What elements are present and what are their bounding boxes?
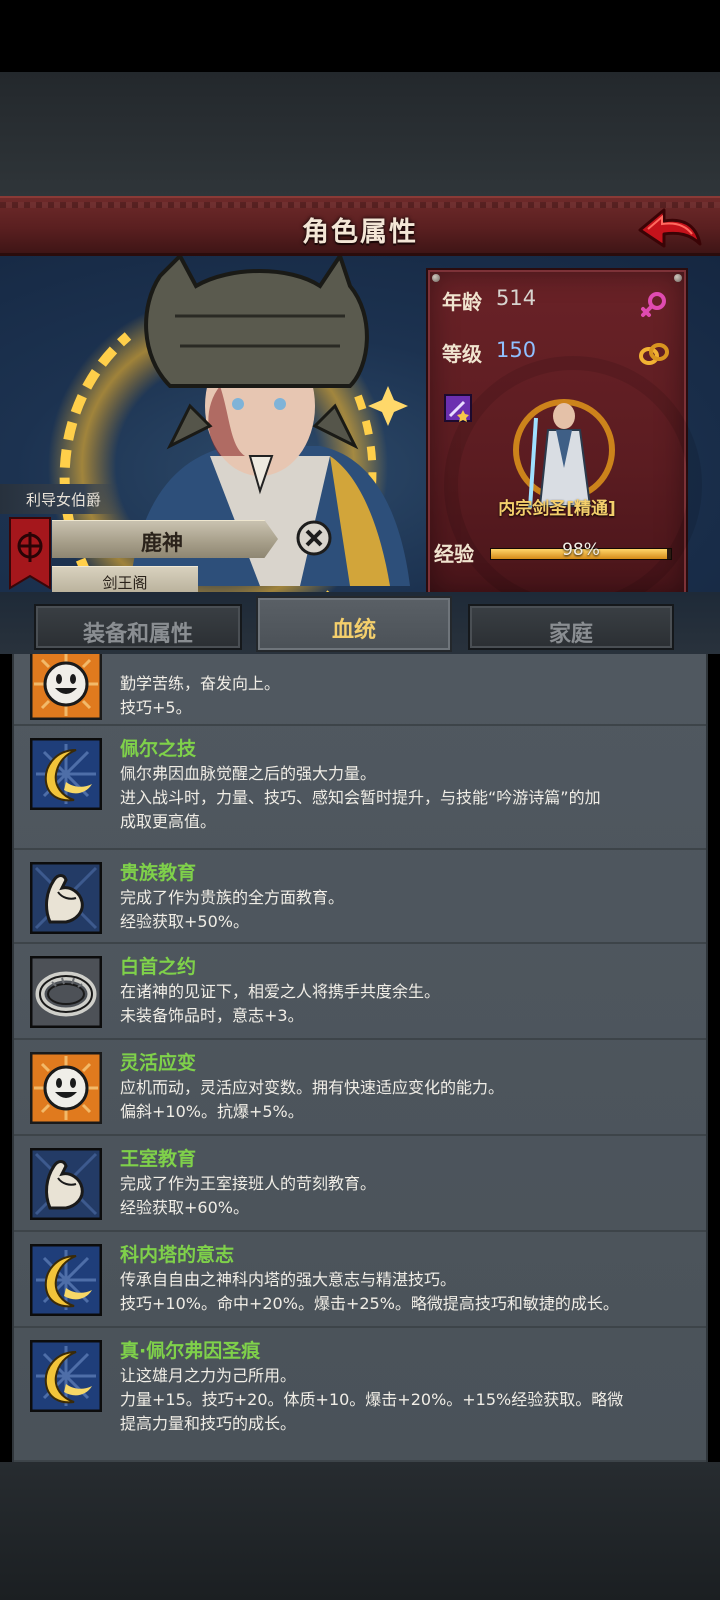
rings-icon xyxy=(639,343,669,365)
trait-description: 让这雄月之力为己所用。 xyxy=(120,1366,297,1385)
crescent-moon-icon xyxy=(30,1244,102,1316)
tab-lineage[interactable]: 血统 xyxy=(256,596,452,652)
tab-lineage-label: 血统 xyxy=(331,618,376,643)
trait-title: 灵活应变 xyxy=(120,1052,197,1074)
exp-label: 经验 xyxy=(434,542,474,566)
smiley-icon xyxy=(30,1052,102,1124)
trait-description: 传承自自由之神科内塔的强大意志与精湛技巧。 xyxy=(120,1270,457,1289)
tab-equipment-label: 装备和属性 xyxy=(82,622,193,647)
ring-icon xyxy=(30,956,102,1028)
trait-row[interactable]: 王室教育完成了作为王室接班人的苛刻教育。 经验获取+60%。 xyxy=(14,1136,706,1232)
class-name: 内宗剑圣[精通] xyxy=(498,499,616,519)
header-bar: 角色属性 xyxy=(0,196,720,256)
character-info-panel: 年龄 514 等级 150 内宗剑圣[精通] 经验 98% xyxy=(426,268,702,614)
smiley-icon xyxy=(30,654,102,720)
tab-family-label: 家庭 xyxy=(548,622,593,647)
crescent-moon-icon xyxy=(30,1340,102,1412)
trait-title: 白首之约 xyxy=(120,956,197,978)
trait-row[interactable]: 科内塔的意志传承自自由之神科内塔的强大意志与精湛技巧。技巧+10%。命中+20%… xyxy=(14,1232,706,1328)
trait-title: 真·佩尔弗因圣痕 xyxy=(120,1340,261,1362)
background-top xyxy=(0,72,720,196)
trait-row[interactable]: 勤学苦练，奋发向上。 技巧+5。 xyxy=(14,654,706,726)
noble-title: 利导女伯爵 xyxy=(26,491,102,509)
tab-equipment[interactable]: 装备和属性 xyxy=(34,604,242,650)
faction-banner-icon xyxy=(9,517,51,590)
trait-description: 勤学苦练，奋发向上。 xyxy=(120,674,281,693)
female-icon xyxy=(641,292,666,317)
close-circle-icon xyxy=(296,520,332,556)
age-label: 年龄 xyxy=(442,290,482,314)
character-name-plate[interactable]: 鹿神 xyxy=(52,520,278,558)
trait-description: 技巧+10%。命中+20%。爆击+25%。略微提高技巧和敏捷的成长。 xyxy=(120,1294,619,1313)
trait-description: 经验获取+50%。 xyxy=(120,912,249,931)
trait-row[interactable]: 佩尔之技佩尔弗因血脉觉醒之后的强大力量。进入战斗时，力量、技巧、感知会暂时提升，… xyxy=(14,726,706,850)
crescent-moon-icon xyxy=(30,738,102,810)
trait-description: 进入战斗时，力量、技巧、感知会暂时提升，与技能“吟游诗篇”的加 xyxy=(120,788,601,807)
level-value: 150 xyxy=(496,338,537,362)
tab-bar: 装备和属性 血统 家庭 xyxy=(0,592,720,654)
trait-description: 应机而动，灵活应对变数。拥有快速适应变化的能力。 xyxy=(120,1078,505,1097)
trait-description: 提高力量和技巧的成长。 xyxy=(120,1414,297,1433)
skill-badge-icon[interactable] xyxy=(444,394,472,422)
character-name: 鹿神 xyxy=(141,531,183,555)
trait-description: 经验获取+60%。 xyxy=(120,1198,249,1217)
trait-title: 科内塔的意志 xyxy=(120,1244,235,1266)
trait-description: 完成了作为王室接班人的苛刻教育。 xyxy=(120,1174,377,1193)
trait-row[interactable]: 真·佩尔弗因圣痕让这雄月之力为己所用。力量+15。技巧+20。体质+10。爆击+… xyxy=(14,1328,706,1462)
trait-description: 偏斜+10%。抗爆+5%。 xyxy=(120,1102,304,1121)
rivet xyxy=(432,274,440,282)
dismiss-button[interactable] xyxy=(296,520,332,556)
trait-title: 佩尔之技 xyxy=(120,738,197,760)
bottom-background xyxy=(0,1462,720,1600)
back-button[interactable] xyxy=(634,204,704,252)
trait-title: 贵族教育 xyxy=(120,862,197,884)
trait-description: 佩尔弗因血脉觉醒之后的强大力量。 xyxy=(120,764,377,783)
back-arrow-icon xyxy=(638,208,702,248)
flexed-arm-icon xyxy=(30,1148,102,1220)
rivet xyxy=(674,274,682,282)
traits-list[interactable]: 勤学苦练，奋发向上。 技巧+5。佩尔之技佩尔弗因血脉觉醒之后的强大力量。进入战斗时… xyxy=(12,654,708,1462)
level-label: 等级 xyxy=(442,342,482,366)
trait-description: 力量+15。技巧+20。体质+10。爆击+20%。+15%经验获取。略微 xyxy=(120,1390,624,1409)
status-bar-area xyxy=(0,0,720,72)
trait-row[interactable]: 贵族教育完成了作为贵族的全方面教育。 经验获取+50%。 xyxy=(14,850,706,944)
trait-row[interactable]: 白首之约在诸神的见证下，相爱之人将携手共度余生。 未装备饰品时，意志+3。 xyxy=(14,944,706,1040)
trait-title: 王室教育 xyxy=(120,1148,197,1170)
age-value: 514 xyxy=(496,286,537,310)
trait-description: 在诸神的见证下，相爱之人将携手共度余生。 xyxy=(120,982,441,1001)
flexed-arm-icon xyxy=(30,862,102,934)
trait-row[interactable]: 灵活应变应机而动，灵活应对变数。拥有快速适应变化的能力。 偏斜+10%。抗爆+5%… xyxy=(14,1040,706,1136)
tab-family[interactable]: 家庭 xyxy=(468,604,674,650)
page-title: 角色属性 xyxy=(302,217,418,248)
exp-percent: 98% xyxy=(562,540,600,560)
trait-description: 技巧+5。 xyxy=(120,698,192,717)
trait-description: 未装备饰品时，意志+3。 xyxy=(120,1006,304,1025)
faction-name: 剑王阁 xyxy=(102,574,148,592)
noble-title-strip: 利导女伯爵 xyxy=(0,484,120,514)
trait-description: 成取更高值。 xyxy=(120,812,217,831)
trait-description: 完成了作为贵族的全方面教育。 xyxy=(120,888,345,907)
